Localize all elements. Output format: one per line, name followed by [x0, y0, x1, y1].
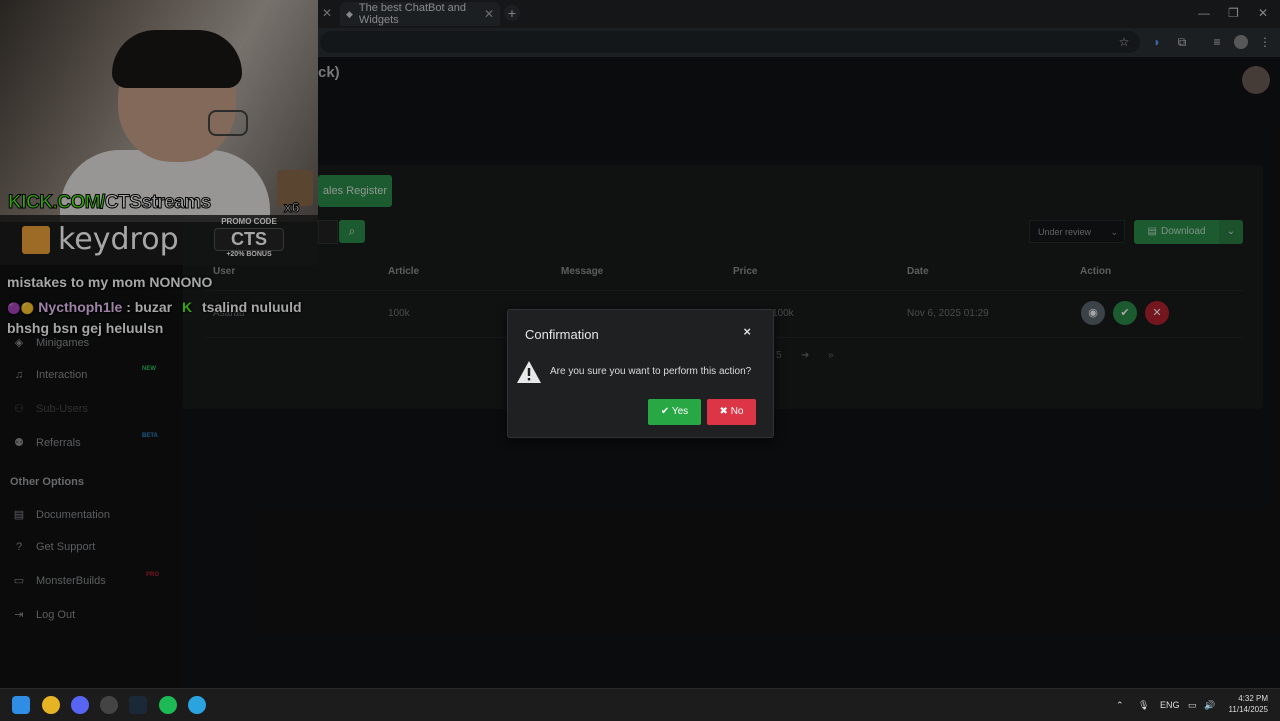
telegram-icon[interactable] [188, 696, 206, 714]
system-clock[interactable]: 4:32 PM 11/14/2025 [1222, 693, 1268, 715]
discord-icon[interactable] [71, 696, 89, 714]
close-icon: ✖ [719, 406, 728, 417]
chrome-icon[interactable] [42, 696, 60, 714]
windows-start-icon[interactable] [12, 696, 30, 714]
no-button[interactable]: ✖ No [707, 399, 756, 425]
confirmation-dialog: Confirmation × Are you sure you want to … [507, 309, 774, 438]
yes-button[interactable]: ✔ Yes [648, 399, 701, 425]
spotify-icon[interactable] [159, 696, 177, 714]
dialog-message: Are you sure you want to perform this ac… [550, 366, 752, 377]
yes-label: Yes [671, 406, 689, 417]
app-icon[interactable] [100, 696, 118, 714]
check-icon: ✔ [660, 406, 670, 417]
tray-expand-icon[interactable]: ⌃ [1116, 700, 1124, 711]
steam-icon[interactable] [129, 696, 147, 714]
volume-icon[interactable]: 🔊 [1204, 700, 1215, 711]
microphone-icon[interactable]: 🎙 [1138, 700, 1149, 711]
dialog-close-button[interactable]: × [743, 324, 751, 339]
windows-taskbar: ⌃ 🎙 ENG ▭ 🔊 4:32 PM 11/14/2025 [0, 688, 1280, 721]
clock-time: 4:32 PM [1238, 694, 1268, 703]
warning-icon [517, 361, 541, 383]
no-label: No [730, 406, 744, 417]
dialog-title: Confirmation [525, 327, 599, 342]
network-icon[interactable]: ▭ [1188, 700, 1197, 711]
language-indicator[interactable]: ENG [1160, 700, 1180, 710]
clock-date: 11/14/2025 [1228, 705, 1268, 714]
